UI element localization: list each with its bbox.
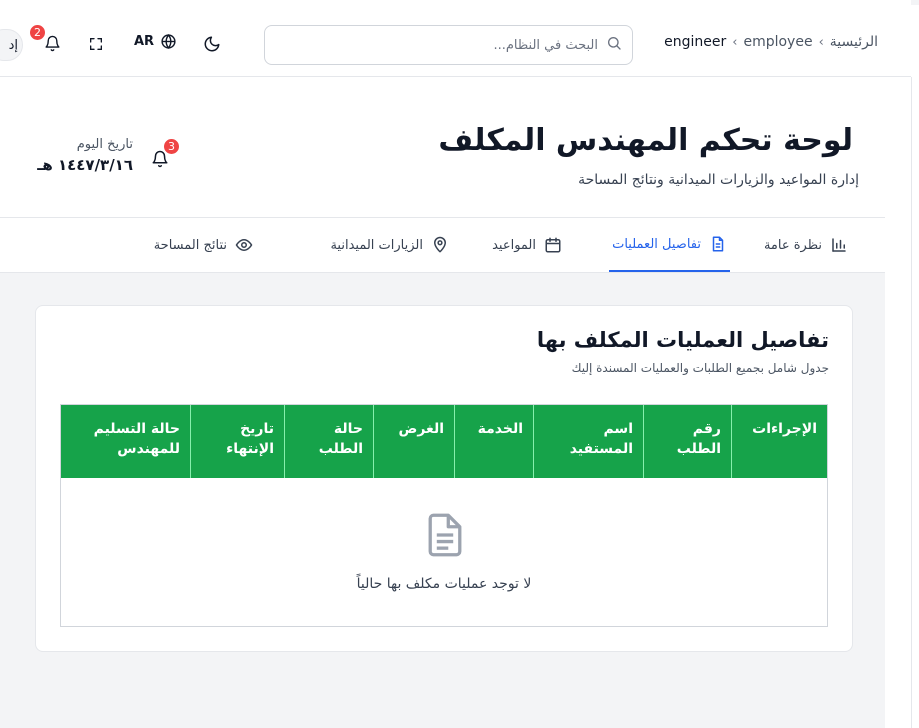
tab-field-visits[interactable]: الزيارات الميدانية	[330, 218, 449, 272]
user-menu-button[interactable]: إد	[0, 29, 23, 61]
breadcrumb-separator-icon: ‹	[732, 34, 738, 50]
column-header-request-status[interactable]: حالة الطلب	[284, 405, 373, 478]
column-header-service[interactable]: الخدمة	[454, 405, 533, 478]
empty-state: لا توجد عمليات مكلف بها حالياً	[61, 478, 827, 626]
breadcrumb-employee[interactable]: employee	[743, 34, 812, 50]
column-header-beneficiary-name[interactable]: اسم المستفيد	[533, 405, 643, 478]
card-subtitle: جدول شامل بجميع الطلبات والعمليات المسند…	[571, 361, 829, 375]
dark-mode-toggle[interactable]	[203, 35, 221, 53]
notification-count-badge: 2	[28, 23, 47, 42]
fullscreen-button[interactable]	[88, 36, 104, 52]
header-notification-badge: 3	[162, 137, 181, 156]
tab-overview[interactable]: نظرة عامة	[764, 218, 848, 272]
notifications-button[interactable]	[44, 35, 61, 52]
tab-operations-details[interactable]: تفاصيل العمليات	[609, 218, 730, 272]
calendar-icon	[545, 237, 561, 253]
breadcrumb-engineer: engineer	[664, 34, 727, 50]
search-icon	[606, 35, 622, 55]
breadcrumb-home[interactable]: الرئيسية	[830, 34, 878, 50]
tab-label: نتائج المساحة	[153, 237, 227, 253]
tab-survey-results[interactable]: نتائج المساحة	[154, 218, 253, 272]
map-pin-icon	[434, 236, 446, 253]
empty-state-message: لا توجد عمليات مكلف بها حالياً	[356, 576, 532, 592]
table-header: الإجراءات رقم الطلب اسم المستفيد الخدمة …	[61, 405, 827, 478]
globe-icon	[161, 34, 176, 49]
search-input[interactable]	[275, 37, 598, 53]
column-header-request-number[interactable]: رقم الطلب	[643, 405, 731, 478]
tab-label: نظرة عامة	[763, 237, 822, 253]
language-switcher[interactable]: AR	[134, 33, 177, 50]
bell-icon	[45, 35, 60, 52]
column-header-purpose[interactable]: الغرض	[373, 405, 454, 478]
operations-table: الإجراءات رقم الطلب اسم المستفيد الخدمة …	[60, 404, 828, 627]
document-icon	[425, 512, 465, 562]
document-icon	[712, 236, 724, 252]
tab-label: الزيارات الميدانية	[330, 237, 423, 253]
eye-icon	[235, 238, 253, 252]
tab-label: المواعيد	[492, 237, 536, 253]
user-initial: إد	[8, 37, 18, 53]
column-header-actions[interactable]: الإجراءات	[731, 405, 827, 478]
language-label: AR	[134, 34, 155, 49]
search-box[interactable]	[264, 25, 633, 65]
moon-icon	[204, 36, 220, 52]
tab-label: تفاصيل العمليات	[612, 236, 701, 252]
bar-chart-icon	[832, 238, 846, 252]
column-header-delivery-status[interactable]: حالة التسليم للمهندس	[61, 405, 190, 478]
top-bar: الرئيسية ‹ employee ‹ engineer AR 2 إد	[0, 0, 911, 77]
page-title: لوحة تحكم المهندس المكلف	[438, 123, 853, 158]
tab-appointments[interactable]: المواعيد	[492, 218, 562, 272]
tab-bar: نظرة عامة تفاصيل العمليات المواعيد الزيا…	[0, 218, 885, 273]
date-label: تاريخ اليوم	[76, 137, 133, 152]
scrollbar-track[interactable]	[911, 77, 919, 728]
column-header-end-date[interactable]: تاريخ الإنتهاء	[190, 405, 284, 478]
fullscreen-icon	[90, 38, 102, 50]
card-title: تفاصيل العمليات المكلف بها	[536, 328, 829, 352]
page-subtitle: إدارة المواعيد والزيارات الميدانية ونتائ…	[578, 172, 859, 188]
date-value: ١٤٤٧/٣/١٦ هـ	[37, 156, 133, 174]
breadcrumb: الرئيسية ‹ employee ‹ engineer	[664, 34, 878, 50]
today-date: تاريخ اليوم ١٤٤٧/٣/١٦ هـ	[33, 137, 133, 174]
breadcrumb-separator-icon: ‹	[818, 34, 824, 50]
